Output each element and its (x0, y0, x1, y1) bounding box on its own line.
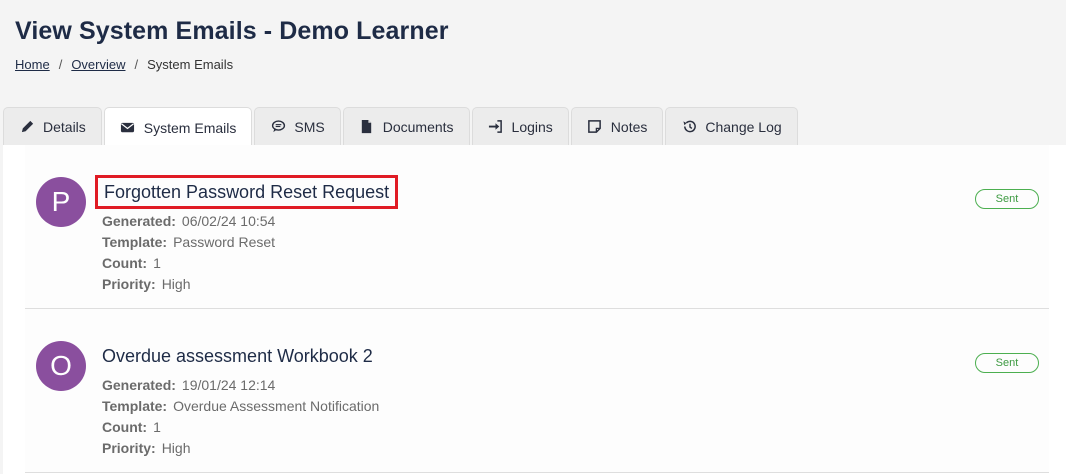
chat-bubble-icon (270, 119, 286, 135)
sign-in-icon (488, 119, 504, 135)
sticky-note-icon (587, 119, 603, 135)
tab-label: Logins (511, 118, 553, 135)
email-item[interactable]: O Overdue assessment Workbook 2 Generate… (25, 309, 1049, 473)
generated-value: 19/01/24 12:14 (181, 377, 276, 393)
email-item[interactable]: P Forgotten Password Reset Request Gener… (25, 145, 1049, 309)
count-label: Count: (102, 419, 148, 435)
tab-logins[interactable]: Logins (471, 107, 569, 145)
template-label: Template: (102, 234, 168, 250)
status-badge: Sent (975, 189, 1039, 209)
priority-value: High (161, 276, 191, 292)
template-label: Template: (102, 398, 168, 414)
email-meta: Generated: 19/01/24 12:14 Template: Overdu… (102, 375, 379, 459)
avatar: P (36, 177, 86, 227)
tab-notes[interactable]: Notes (570, 107, 664, 145)
pencil-icon (19, 119, 35, 135)
email-subject[interactable]: Overdue assessment Workbook 2 (102, 346, 373, 367)
tab-documents[interactable]: Documents (342, 107, 470, 145)
breadcrumb: Home / Overview / System Emails (15, 57, 233, 72)
template-value: Password Reset (173, 234, 276, 250)
count-value: 1 (153, 419, 161, 435)
generated-label: Generated: (102, 377, 176, 393)
tab-label: SMS (294, 118, 325, 135)
email-meta: Generated: 06/02/24 10:54 Template: Passwo… (102, 211, 275, 295)
tab-system-emails[interactable]: System Emails (103, 107, 253, 147)
count-value: 1 (153, 255, 161, 271)
tab-label: Notes (610, 118, 648, 135)
tab-label: Details (43, 118, 86, 135)
tab-sms[interactable]: SMS (254, 107, 341, 145)
envelope-icon (120, 120, 136, 136)
breadcrumb-overview-link[interactable]: Overview (71, 57, 125, 72)
breadcrumb-home-link[interactable]: Home (15, 57, 50, 72)
history-icon (681, 119, 697, 135)
system-emails-panel: P Forgotten Password Reset Request Gener… (3, 145, 1066, 474)
priority-label: Priority: (102, 440, 156, 456)
count-label: Count: (102, 255, 148, 271)
tab-label: Change Log (705, 118, 782, 135)
breadcrumb-current: System Emails (147, 57, 234, 72)
email-subject[interactable]: Forgotten Password Reset Request (95, 175, 399, 209)
priority-label: Priority: (102, 276, 156, 292)
page-title: View System Emails - Demo Learner (15, 17, 449, 45)
status-badge: Sent (975, 353, 1039, 373)
file-icon (359, 119, 375, 135)
tab-label: Documents (382, 118, 454, 135)
breadcrumb-separator: / (58, 57, 63, 72)
tab-change-log[interactable]: Change Log (665, 107, 798, 145)
priority-value: High (161, 440, 191, 456)
tab-details[interactable]: Details (3, 107, 102, 145)
generated-label: Generated: (102, 213, 176, 229)
breadcrumb-separator: / (134, 57, 139, 72)
generated-value: 06/02/24 10:54 (181, 213, 276, 229)
template-value: Overdue Assessment Notification (173, 398, 380, 414)
avatar: O (36, 341, 86, 391)
tab-label: System Emails (143, 119, 237, 136)
tab-bar: Details System Emails SMS Documents Logi… (3, 107, 800, 147)
